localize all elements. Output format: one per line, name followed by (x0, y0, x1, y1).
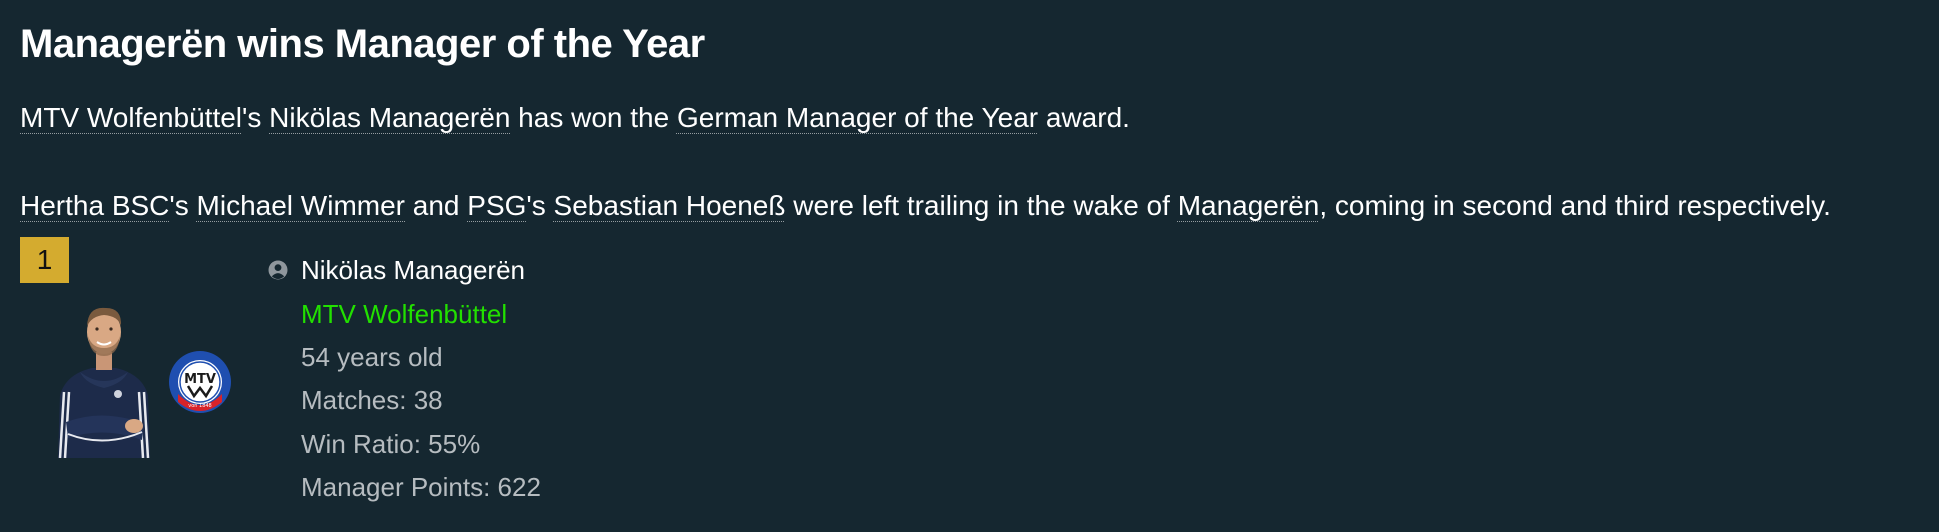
manager-points: Manager Points: 622 (301, 472, 541, 502)
club-link-hertha-bsc[interactable]: Hertha BSC (20, 190, 169, 221)
rank-badge: 1 (20, 237, 69, 283)
paragraph-text: award. (1038, 102, 1130, 133)
manager-link-nikolas-manageren[interactable]: Nikölas Managerën (269, 102, 510, 133)
manager-age: 54 years old (301, 342, 443, 372)
news-paragraph-1: MTV Wolfenbüttel's Nikölas Managerën has… (20, 102, 1130, 134)
possessive-text: 's (169, 190, 197, 221)
manager-name[interactable]: Nikölas Managerën (301, 255, 525, 286)
news-paragraph-2: Hertha BSC's Michael Wimmer and PSG's Se… (20, 190, 1831, 222)
paragraph-text: and (405, 190, 468, 221)
news-headline: Managerën wins Manager of the Year (20, 22, 705, 66)
award-link[interactable]: German Manager of the Year (677, 102, 1038, 133)
manager-matches: Matches: 38 (301, 385, 443, 415)
club-link-psg[interactable]: PSG (467, 190, 526, 221)
club-link-mtv-wolfenbuettel[interactable]: MTV Wolfenbüttel (20, 102, 242, 133)
manager-win-ratio: Win Ratio: 55% (301, 429, 481, 459)
club-badge[interactable]: MTV von 1848 (168, 350, 232, 414)
manager-link-manageren[interactable]: Managerën (1178, 190, 1320, 221)
manager-club-link[interactable]: MTV Wolfenbüttel (301, 299, 507, 330)
paragraph-text: were left trailing in the wake of (785, 190, 1178, 221)
person-icon (268, 260, 288, 280)
manager-photo[interactable] (52, 300, 156, 458)
possessive-text: 's (526, 190, 554, 221)
paragraph-text: , coming in second and third respectivel… (1319, 190, 1831, 221)
manager-link-michael-wimmer[interactable]: Michael Wimmer (197, 190, 405, 221)
possessive-text: 's (242, 102, 270, 133)
club-badge-year: von 1848 (188, 403, 212, 409)
paragraph-text: has won the (510, 102, 677, 133)
club-badge-text: MTV (184, 372, 216, 387)
manager-link-sebastian-hoeness[interactable]: Sebastian Hoeneß (554, 190, 786, 221)
